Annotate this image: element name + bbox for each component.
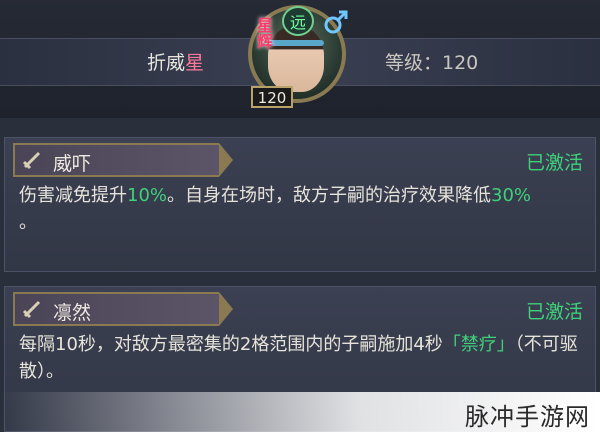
skill-description: 每隔10秒，对敌方最密集的2格范围内的子嗣施加4秒「禁疗」（不可驱散）。 — [19, 334, 578, 382]
header-arrow — [219, 143, 233, 177]
skill-header-1: 威吓 — [13, 143, 233, 177]
skill-header-2: 凛然 — [13, 292, 233, 326]
skill-name: 威吓 — [53, 153, 92, 175]
range-badge: 远 — [282, 6, 314, 36]
skill-panel-1: 威吓 已激活 伤害减免提升10%。自身在场时，敌方子嗣的治疗效果降低30%。 — [4, 137, 596, 272]
level-badge: 120 — [251, 86, 293, 108]
status-badge: 已激活 — [525, 152, 583, 174]
male-icon — [324, 10, 348, 34]
watermark: 脉冲手游网 — [0, 392, 600, 432]
hero-name: 折威星 — [147, 52, 205, 74]
sword-icon — [22, 151, 41, 170]
status-badge: 已激活 — [525, 301, 583, 323]
sword-icon — [22, 300, 41, 319]
hero-level-label: 等级：120 — [385, 52, 479, 74]
hero-headband — [268, 40, 324, 46]
star-seal-badge: 星辉 — [254, 17, 273, 49]
header-arrow — [219, 292, 233, 326]
skill-name: 凛然 — [53, 302, 92, 324]
skill-description: 伤害减免提升10%。自身在场时，敌方子嗣的治疗效果降低30%。 — [19, 185, 532, 233]
